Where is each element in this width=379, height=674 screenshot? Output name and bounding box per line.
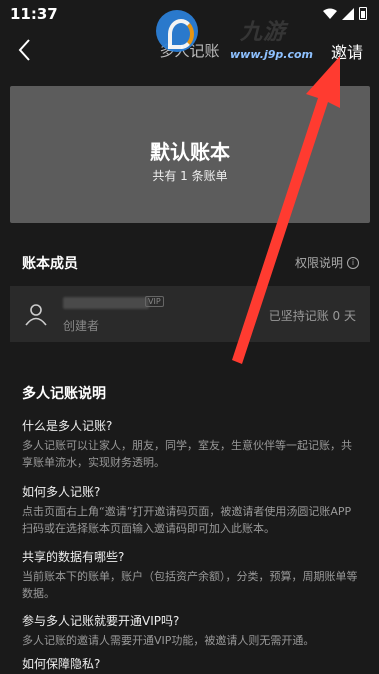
member-name-redacted: [63, 297, 149, 309]
user-avatar-icon: [25, 304, 47, 326]
qa-item: 如何多人记账? 点击页面右上角“邀请”打开邀请码页面，被邀请者使用汤圆记账APP…: [22, 484, 362, 537]
qa-question: 参与多人记账就要开通VIP吗?: [22, 614, 180, 628]
qa-question: 什么是多人记账?: [22, 419, 113, 433]
qa-item: 共享的数据有哪些? 当前账本下的账单，账户（包括资产余额），分类，预算，周期账单…: [22, 549, 362, 602]
qa-item: 什么是多人记账? 多人记账可以让家人，朋友，同学，室友，生意伙伴等一起记账，共享…: [22, 418, 362, 471]
book-name: 默认账本: [150, 140, 230, 164]
member-days: 已坚持记账 0 天: [268, 309, 356, 323]
qa-item: 如何保障隐私?: [22, 656, 362, 673]
member-role: 创建者: [63, 319, 100, 333]
permission-info-link[interactable]: 权限说明 i: [295, 254, 359, 271]
wifi-icon: [323, 8, 337, 19]
status-time: 11:37: [10, 5, 58, 23]
book-card[interactable]: 默认账本 共有 1 条账单: [10, 86, 370, 223]
invite-button[interactable]: 邀请: [331, 39, 363, 63]
book-count: 共有 1 条账单: [152, 169, 228, 183]
status-icons: [323, 7, 367, 20]
qa-question: 如何保障隐私?: [22, 657, 101, 671]
qa-question: 如何多人记账?: [22, 485, 101, 499]
info-icon: i: [347, 256, 359, 269]
qa-answer: 多人记账可以让家人，朋友，同学，室友，生意伙伴等一起记账，共享账单流水，实现财务…: [22, 439, 352, 469]
vip-badge: VIP: [145, 296, 164, 307]
qa-answer: 当前账本下的账单，账户（包括资产余额），分类，预算，周期账单等数据。: [22, 570, 358, 600]
qa-answer: 多人记账的邀请人需要开通VIP功能，被邀请人则无需开通。: [22, 634, 315, 647]
nav-bar: 多人记账 邀请: [0, 26, 379, 74]
battery-icon: [359, 7, 367, 20]
qa-answer: 点击页面右上角“邀请”打开邀请码页面，被邀请者使用汤圆记账APP扫码或在选择账本…: [22, 505, 352, 535]
page-title: 多人记账: [159, 42, 220, 60]
qa-item: 参与多人记账就要开通VIP吗? 多人记账的邀请人需要开通VIP功能，被邀请人则无…: [22, 613, 362, 649]
members-section-title: 账本成员: [22, 256, 78, 272]
permission-info-label: 权限说明: [294, 256, 343, 270]
signal-icon: [342, 7, 354, 20]
member-row[interactable]: VIP 创建者 已坚持记账 0 天: [10, 286, 370, 342]
status-bar: 11:37: [0, 0, 379, 26]
qa-question: 共享的数据有哪些?: [22, 550, 125, 564]
explain-section-title: 多人记账说明: [22, 386, 106, 402]
